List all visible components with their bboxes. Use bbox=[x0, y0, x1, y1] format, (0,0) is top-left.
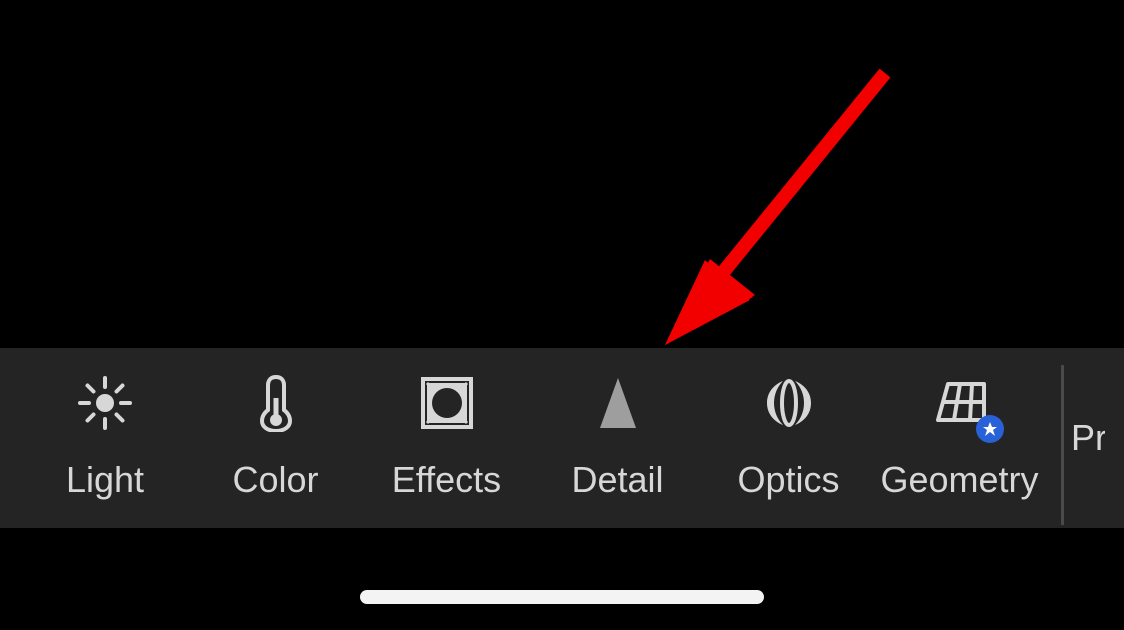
toolbar-label: Optics bbox=[737, 459, 839, 501]
home-indicator[interactable] bbox=[360, 590, 764, 604]
preview-area bbox=[0, 0, 1124, 348]
toolbar-item-optics[interactable]: Optics bbox=[703, 348, 874, 528]
perspective-icon bbox=[930, 376, 990, 431]
lens-icon bbox=[763, 376, 815, 431]
toolbar-item-color[interactable]: Color bbox=[190, 348, 361, 528]
toolbar-item-detail[interactable]: Detail bbox=[532, 348, 703, 528]
toolbar-item-light[interactable]: Light bbox=[0, 348, 190, 528]
toolbar-item-effects[interactable]: Effects bbox=[361, 348, 532, 528]
star-badge-icon bbox=[976, 415, 1004, 443]
toolbar-label: Effects bbox=[392, 459, 501, 501]
sun-icon bbox=[77, 376, 133, 431]
toolbar-label: Geometry bbox=[880, 459, 1038, 501]
toolbar-divider bbox=[1061, 365, 1064, 525]
toolbar-label: Detail bbox=[571, 459, 663, 501]
triangle-icon bbox=[598, 376, 638, 431]
toolbar-item-geometry[interactable]: Geometry bbox=[874, 348, 1045, 528]
edit-toolbar: Light Color Effects bbox=[0, 348, 1124, 528]
toolbar-label: Light bbox=[66, 459, 144, 501]
toolbar-item-next-partial[interactable]: Pr bbox=[1045, 348, 1105, 528]
annotation-arrow-icon bbox=[655, 65, 915, 365]
thermometer-icon bbox=[259, 376, 293, 431]
toolbar-label: Color bbox=[232, 459, 318, 501]
toolbar-label: Pr bbox=[1045, 417, 1105, 459]
vignette-icon bbox=[421, 376, 473, 431]
